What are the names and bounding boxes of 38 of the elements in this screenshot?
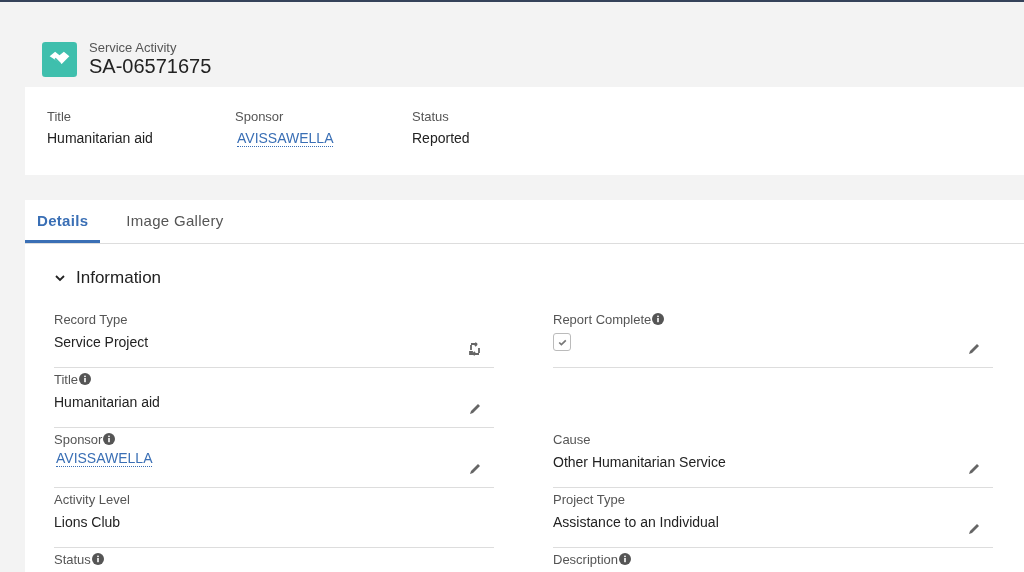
sponsor-link[interactable]: AVISSAWELLA xyxy=(56,450,153,467)
field-value: Humanitarian aid xyxy=(47,130,154,146)
field-label: Title xyxy=(54,371,79,387)
field-label: Title xyxy=(47,109,73,124)
tab[interactable]: Image Gallery xyxy=(114,200,236,243)
field-value: Service Project xyxy=(54,334,149,350)
sponsor-link[interactable]: AVISSAWELLA xyxy=(237,130,334,147)
field-value: Lions Club xyxy=(54,514,121,530)
pencil-icon[interactable] xyxy=(967,462,981,476)
field-value: Reported xyxy=(412,130,471,146)
field-value: Humanitarian aid xyxy=(54,394,160,410)
record-name: SA-06571675 xyxy=(89,55,212,78)
field-label: Description xyxy=(553,551,619,567)
pencil-icon[interactable] xyxy=(468,462,482,476)
field-value: Assistance to an Individual xyxy=(553,514,719,530)
field-label: Record Type xyxy=(54,311,128,327)
info-icon[interactable] xyxy=(79,373,92,385)
info-icon[interactable] xyxy=(652,313,665,325)
field-label: Sponsor xyxy=(54,431,103,447)
field-label: Project Type xyxy=(553,491,626,507)
tab[interactable]: Details xyxy=(25,200,101,243)
field-value: Other Humanitarian Service xyxy=(553,454,726,470)
chevron-icon[interactable] xyxy=(54,272,66,284)
object-type: Service Activity xyxy=(89,40,178,55)
info-icon[interactable] xyxy=(91,553,104,565)
pencil-icon[interactable] xyxy=(468,402,482,416)
field-label: Status xyxy=(54,551,91,567)
field-label: Status xyxy=(412,109,450,124)
pencil-icon[interactable] xyxy=(967,522,981,536)
field-label: Cause xyxy=(553,431,591,447)
field-label: Sponsor xyxy=(235,109,285,124)
change-record-type-icon[interactable] xyxy=(468,342,482,356)
info-icon[interactable] xyxy=(619,553,632,565)
field-label: Report Complete xyxy=(553,311,652,327)
pencil-icon[interactable] xyxy=(967,342,981,356)
field-label: Activity Level xyxy=(54,491,130,507)
section-title: Information xyxy=(76,268,162,288)
info-icon[interactable] xyxy=(103,433,116,445)
